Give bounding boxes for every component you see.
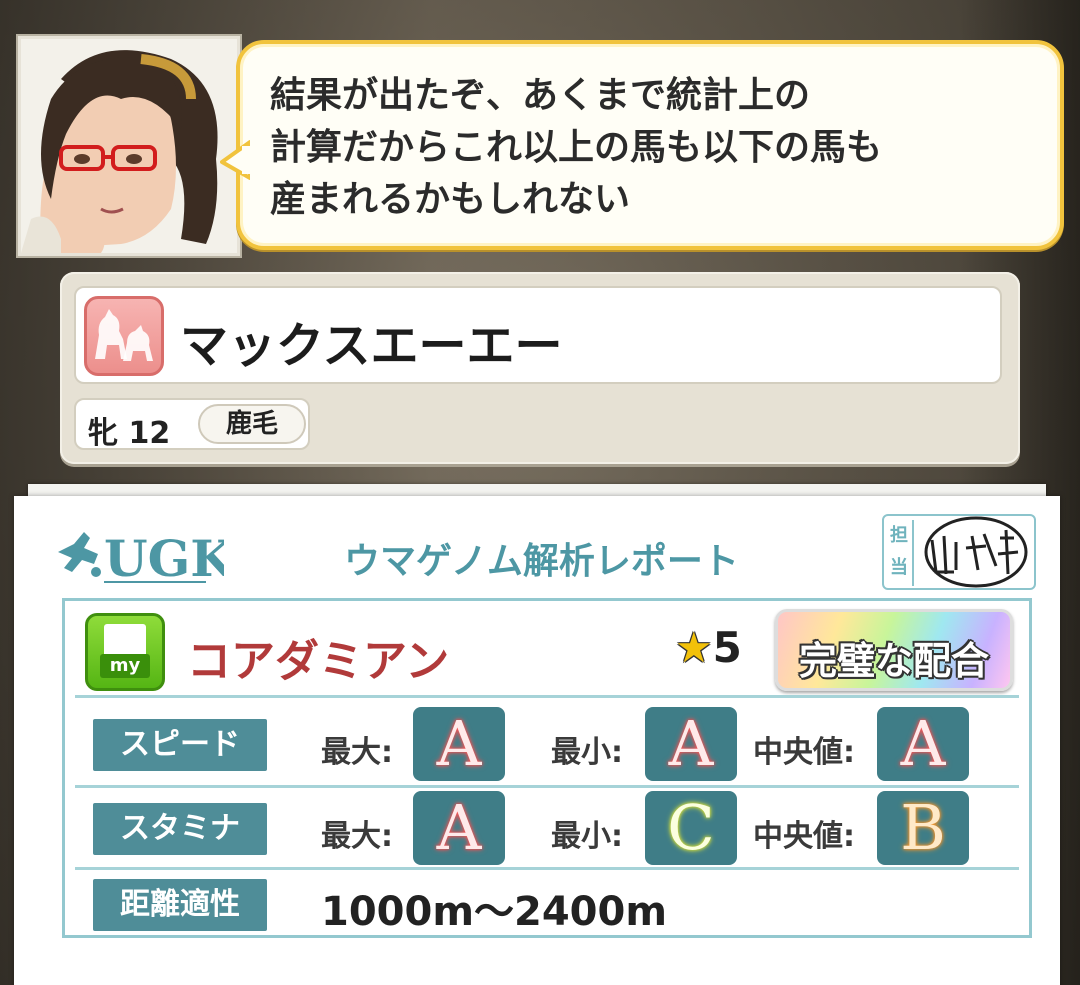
stamina-label: スタミナ [93,803,267,855]
speed-max-grade: A [413,707,505,781]
dialog-bubble: 結果が出たぞ、あくまで統計上の 計算だからこれ以上の馬も以下の馬も 産まれるかも… [236,40,1064,250]
stamp-signature [924,516,1028,588]
perfect-match-badge: 完璧な配合 [775,609,1013,691]
stamina-median-label: 中央値: [753,819,855,854]
genome-report: UGK ウマゲノム解析レポート 担当 my コアダミアン ★5 完璧な配合 スピ… [14,496,1060,985]
coat-color-badge: 鹿毛 [198,404,306,444]
horse-profile: 牝 12 鹿毛 [74,398,310,451]
stamina-max-label: 最大: [321,819,393,854]
character-portrait [18,36,240,256]
distance-label: 距離適性 [93,879,267,931]
divider [75,867,1019,870]
horse-name: マックスエーエー [180,318,563,374]
speed-min-label: 最小: [551,735,623,770]
horse-name-box: マックスエーエー [74,286,1002,384]
stamina-max-grade: A [413,791,505,865]
speed-median-label: 中央値: [753,735,855,770]
report-title: ウマゲノム解析レポート [344,541,739,582]
stamina-min-label: 最小: [551,819,623,854]
stamina-median-grade: B [877,791,969,865]
stamina-min-grade: C [645,791,737,865]
sire-name: コアダミアン [187,636,450,687]
dialog-line: 結果が出たぞ、あくまで統計上の [270,75,811,116]
speed-max-label: 最大: [321,735,393,770]
star-rating: ★5 [675,623,742,672]
sire-analysis-box: my コアダミアン ★5 完璧な配合 スピード 最大: A 最小: A 中央値:… [62,598,1032,938]
horse-pair-icon [84,296,164,376]
stamp-label: 担当 [886,520,914,586]
dialog-text: 結果が出たぞ、あくまで統計上の 計算だからこれ以上の馬も以下の馬も 産まれるかも… [270,70,1050,226]
my-document-icon: my [85,613,165,691]
speed-min-grade: A [645,707,737,781]
divider [75,695,1019,698]
divider [75,785,1019,788]
approval-stamp: 担当 [882,514,1036,590]
star-icon: ★ [675,623,713,672]
speed-median-grade: A [877,707,969,781]
perfect-match-label: 完璧な配合 [798,639,989,683]
dialog-line: 計算だからこれ以上の馬も以下の馬も [270,127,883,168]
horse-info-card: マックスエーエー 牝 12 鹿毛 [60,272,1020,464]
distance-value: 1000m〜2400m [321,889,668,935]
dialog-bubble-tail [220,140,250,180]
sex-age: 牝 12 [88,416,171,451]
star-count: 5 [712,623,742,672]
speed-label: スピード [93,719,267,771]
ugk-logo-text: UGK [104,529,224,586]
dialog-line: 産まれるかもしれない [270,179,631,220]
ugk-logo: UGK [54,524,235,588]
